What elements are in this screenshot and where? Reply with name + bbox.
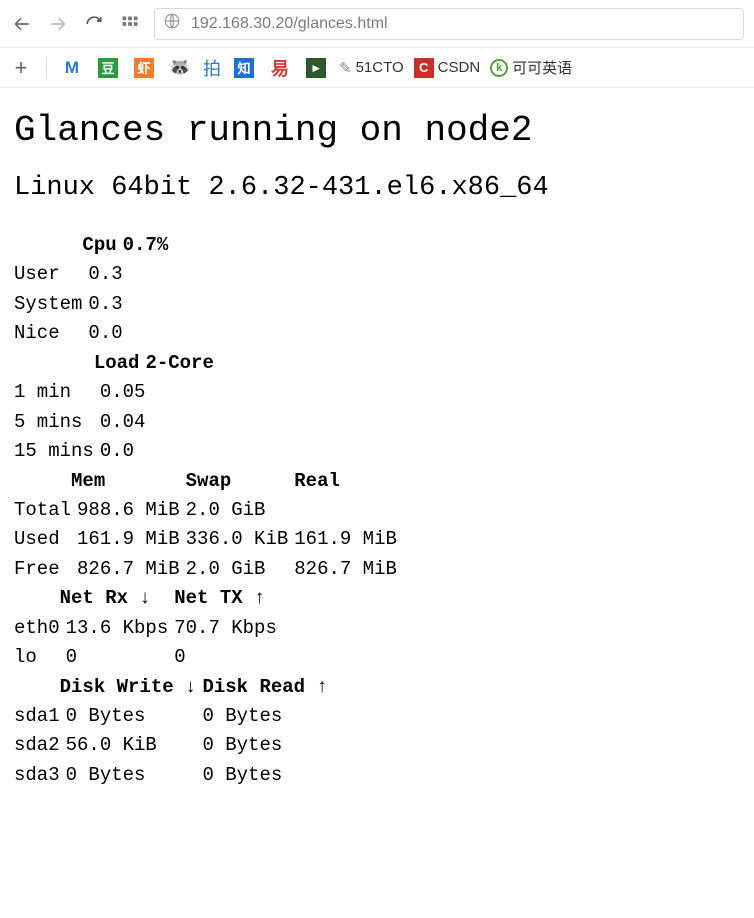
disk-sda2-read: 0 Bytes <box>196 731 327 760</box>
globe-icon <box>163 12 181 35</box>
mem-used-real: 161.9 MiB <box>288 525 397 554</box>
cpu-nice-label: Nice <box>14 319 82 348</box>
cpu-user-label: User <box>14 260 82 289</box>
disk-sda1-read: 0 Bytes <box>196 702 327 731</box>
net-eth0-tx: 70.7 Kbps <box>168 614 277 643</box>
cpu-table: Cpu0.7% User0.3 System0.3 Nice0.0 <box>14 231 168 349</box>
reload-button[interactable] <box>82 12 106 36</box>
bookmark-play-icon[interactable]: ▸ <box>303 55 329 81</box>
mem-used-swap: 336.0 KiB <box>180 525 289 554</box>
disk-sda3-write: 0 Bytes <box>60 761 197 790</box>
load-5min-label: 5 mins <box>14 408 94 437</box>
bookmark-xia-icon[interactable]: 虾 <box>131 55 157 81</box>
page-title: Glances running on node2 <box>14 110 744 151</box>
mem-free-label: Free <box>14 555 71 584</box>
bookmark-csdn[interactable]: C CSDN <box>414 58 481 78</box>
cpu-pct: 0.7% <box>117 231 169 260</box>
back-button[interactable] <box>10 12 34 36</box>
page-subtitle: Linux 64bit 2.6.32-431.el6.x86_64 <box>14 173 744 203</box>
separator <box>46 57 47 79</box>
mem-free-mem: 826.7 MiB <box>71 555 180 584</box>
disk-sda2-label: sda2 <box>14 731 60 760</box>
cpu-user-value: 0.3 <box>82 260 168 289</box>
new-tab-button[interactable]: + <box>8 55 34 81</box>
load-table: Load2-Core 1 min0.05 5 mins0.04 15 mins0… <box>14 349 214 467</box>
bookmark-animal-icon[interactable]: 🦝 <box>167 55 193 81</box>
mem-total-real <box>288 496 397 525</box>
mem-total-label: Total <box>14 496 71 525</box>
real-header: Real <box>288 467 397 496</box>
mem-total-swap: 2.0 GiB <box>180 496 289 525</box>
swap-header: Swap <box>180 467 289 496</box>
bookmark-yi-icon[interactable]: 易 <box>267 55 293 81</box>
net-eth0-rx: 13.6 Kbps <box>60 614 169 643</box>
mem-header: Mem <box>71 467 180 496</box>
load-header: Load <box>94 349 140 378</box>
load-15min-label: 15 mins <box>14 437 94 466</box>
mem-used-label: Used <box>14 525 71 554</box>
csdn-icon: C <box>414 58 434 78</box>
cto-icon: ✎ <box>339 59 352 77</box>
disk-sda2-write: 56.0 KiB <box>60 731 197 760</box>
cpu-system-value: 0.3 <box>82 290 168 319</box>
disk-read-header: Disk Read ↑ <box>196 673 327 702</box>
browser-toolbar <box>0 0 754 48</box>
keke-icon: k <box>490 59 508 77</box>
disk-sda3-label: sda3 <box>14 761 60 790</box>
load-5min-value: 0.04 <box>94 408 214 437</box>
disk-sda1-label: sda1 <box>14 702 60 731</box>
bookmark-keke[interactable]: k 可可英语 <box>490 57 572 78</box>
bookmark-pai[interactable]: 拍 <box>203 55 221 81</box>
net-lo-label: lo <box>14 643 60 672</box>
mem-used-mem: 161.9 MiB <box>71 525 180 554</box>
cpu-nice-value: 0.0 <box>82 319 168 348</box>
bookmarks-bar: + M 豆 虾 🦝 拍 知 易 ▸ ✎ 51CTO C CSDN k 可可英语 <box>0 48 754 88</box>
forward-button[interactable] <box>46 12 70 36</box>
page-content: Glances running on node2 Linux 64bit 2.6… <box>0 88 754 800</box>
bookmark-zhi-icon[interactable]: 知 <box>231 55 257 81</box>
disk-table: Disk Write ↓ Disk Read ↑ sda1 0 Bytes 0 … <box>14 673 328 791</box>
cpu-header: Cpu <box>82 231 116 260</box>
mem-table: Mem Swap Real Total 988.6 MiB 2.0 GiB Us… <box>14 467 397 585</box>
url-input[interactable] <box>189 14 735 34</box>
net-lo-rx: 0 <box>60 643 169 672</box>
load-cores: 2-Core <box>139 349 213 378</box>
net-eth0-label: eth0 <box>14 614 60 643</box>
load-1min-label: 1 min <box>14 378 94 407</box>
disk-sda3-read: 0 Bytes <box>196 761 327 790</box>
cpu-system-label: System <box>14 290 82 319</box>
url-bar[interactable] <box>154 8 744 40</box>
disk-sda1-write: 0 Bytes <box>60 702 197 731</box>
mem-total-mem: 988.6 MiB <box>71 496 180 525</box>
load-15min-value: 0.0 <box>94 437 214 466</box>
bookmark-51cto[interactable]: ✎ 51CTO <box>339 59 404 77</box>
net-table: Net Rx ↓ Net TX ↑ eth0 13.6 Kbps 70.7 Kb… <box>14 584 277 672</box>
bookmark-douban-icon[interactable]: 豆 <box>95 55 121 81</box>
apps-button[interactable] <box>118 12 142 36</box>
disk-write-header: Disk Write ↓ <box>60 673 197 702</box>
load-1min-value: 0.05 <box>94 378 214 407</box>
bookmark-m-icon[interactable]: M <box>59 55 85 81</box>
net-lo-tx: 0 <box>168 643 277 672</box>
mem-free-swap: 2.0 GiB <box>180 555 289 584</box>
net-rx-header: Net Rx ↓ <box>60 584 169 613</box>
mem-free-real: 826.7 MiB <box>288 555 397 584</box>
net-tx-header: Net TX ↑ <box>168 584 277 613</box>
